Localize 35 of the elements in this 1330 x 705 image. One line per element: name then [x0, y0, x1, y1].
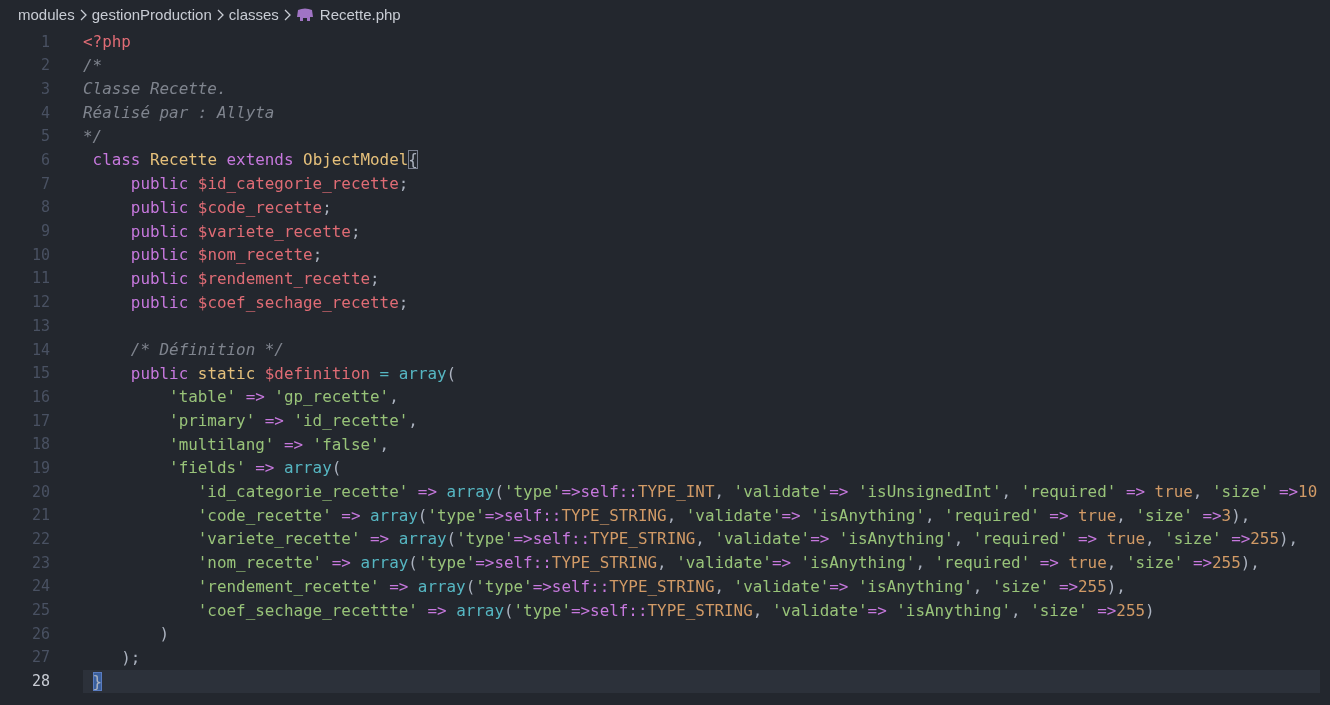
code-line: public $coef_sechage_recette;: [129, 291, 409, 314]
code-line: public $id_categorie_recette;: [129, 173, 409, 196]
chevron-right-icon: [282, 9, 292, 21]
code-line: /*: [83, 54, 103, 77]
code-line: ): [158, 623, 170, 646]
file-breadcrumb[interactable]: Recette.php: [319, 3, 401, 27]
code-line: public static $definition = array(: [129, 362, 457, 385]
code-line: 'nom_recette' => array('type'=>self::TYPE_STRING, 'validate'=> 'isAnything', 'required' => true, 'size' =>255),: [196, 552, 1260, 575]
code-line: );: [120, 646, 141, 669]
code-line: 'variete_recette' => array('type'=>self::TYPE_STRING, 'validate'=> 'isAnything', 'required' => true, 'size' =>255),: [196, 528, 1299, 551]
code-line: class Recette extends ObjectModel{: [91, 149, 418, 172]
code-line: 'table' => 'gp_recette',: [168, 386, 399, 409]
code-line: /* Définition */: [129, 338, 284, 361]
code-line: Classe Recette.: [83, 78, 227, 101]
folder-breadcrumb[interactable]: gestionProduction: [91, 3, 212, 27]
code-line: Réalisé par : Allyta: [83, 102, 275, 125]
code-line: public $variete_recette;: [129, 220, 361, 243]
code-line: 'code_recette' => array('type'=>self::TYPE_STRING, 'validate'=> 'isAnything', 'required' => true, 'size' =>3),: [196, 504, 1251, 527]
line-number: 28: [30, 671, 50, 693]
code-line: 'primary' => 'id_recette',: [168, 410, 418, 432]
elephant-icon: [295, 8, 314, 22]
code-line: 'multilang' => 'false',: [168, 433, 390, 456]
code-line: public $rendement_recette;: [129, 267, 380, 290]
folder-breadcrumb[interactable]: classes: [228, 3, 279, 27]
chevron-right-icon: [215, 9, 225, 21]
code-line: <?php: [83, 31, 131, 53]
code-line: */: [83, 125, 103, 148]
code-line: 'coef_sechage_recettte' => array('type'=>self::TYPE_STRING, 'validate'=> 'isAnything', 'size' =>255): [196, 599, 1155, 622]
chevron-right-icon: [78, 9, 88, 21]
code-line: 'rendement_recette' => array('type'=>self::TYPE_STRING, 'validate'=> 'isAnything', 'size' =>255),: [196, 575, 1126, 598]
folder-breadcrumb[interactable]: modules: [18, 3, 75, 27]
code-line: public $code_recette;: [129, 196, 332, 219]
code-line: public $nom_recette;: [129, 244, 323, 267]
code-line: 'fields' => array(: [168, 457, 342, 480]
code-line: 'id_categorie_recette' => array('type'=>self::TYPE_INT, 'validate'=> 'isUnsignedInt', 'required' => true, 'size' =>10: [196, 481, 1318, 504]
